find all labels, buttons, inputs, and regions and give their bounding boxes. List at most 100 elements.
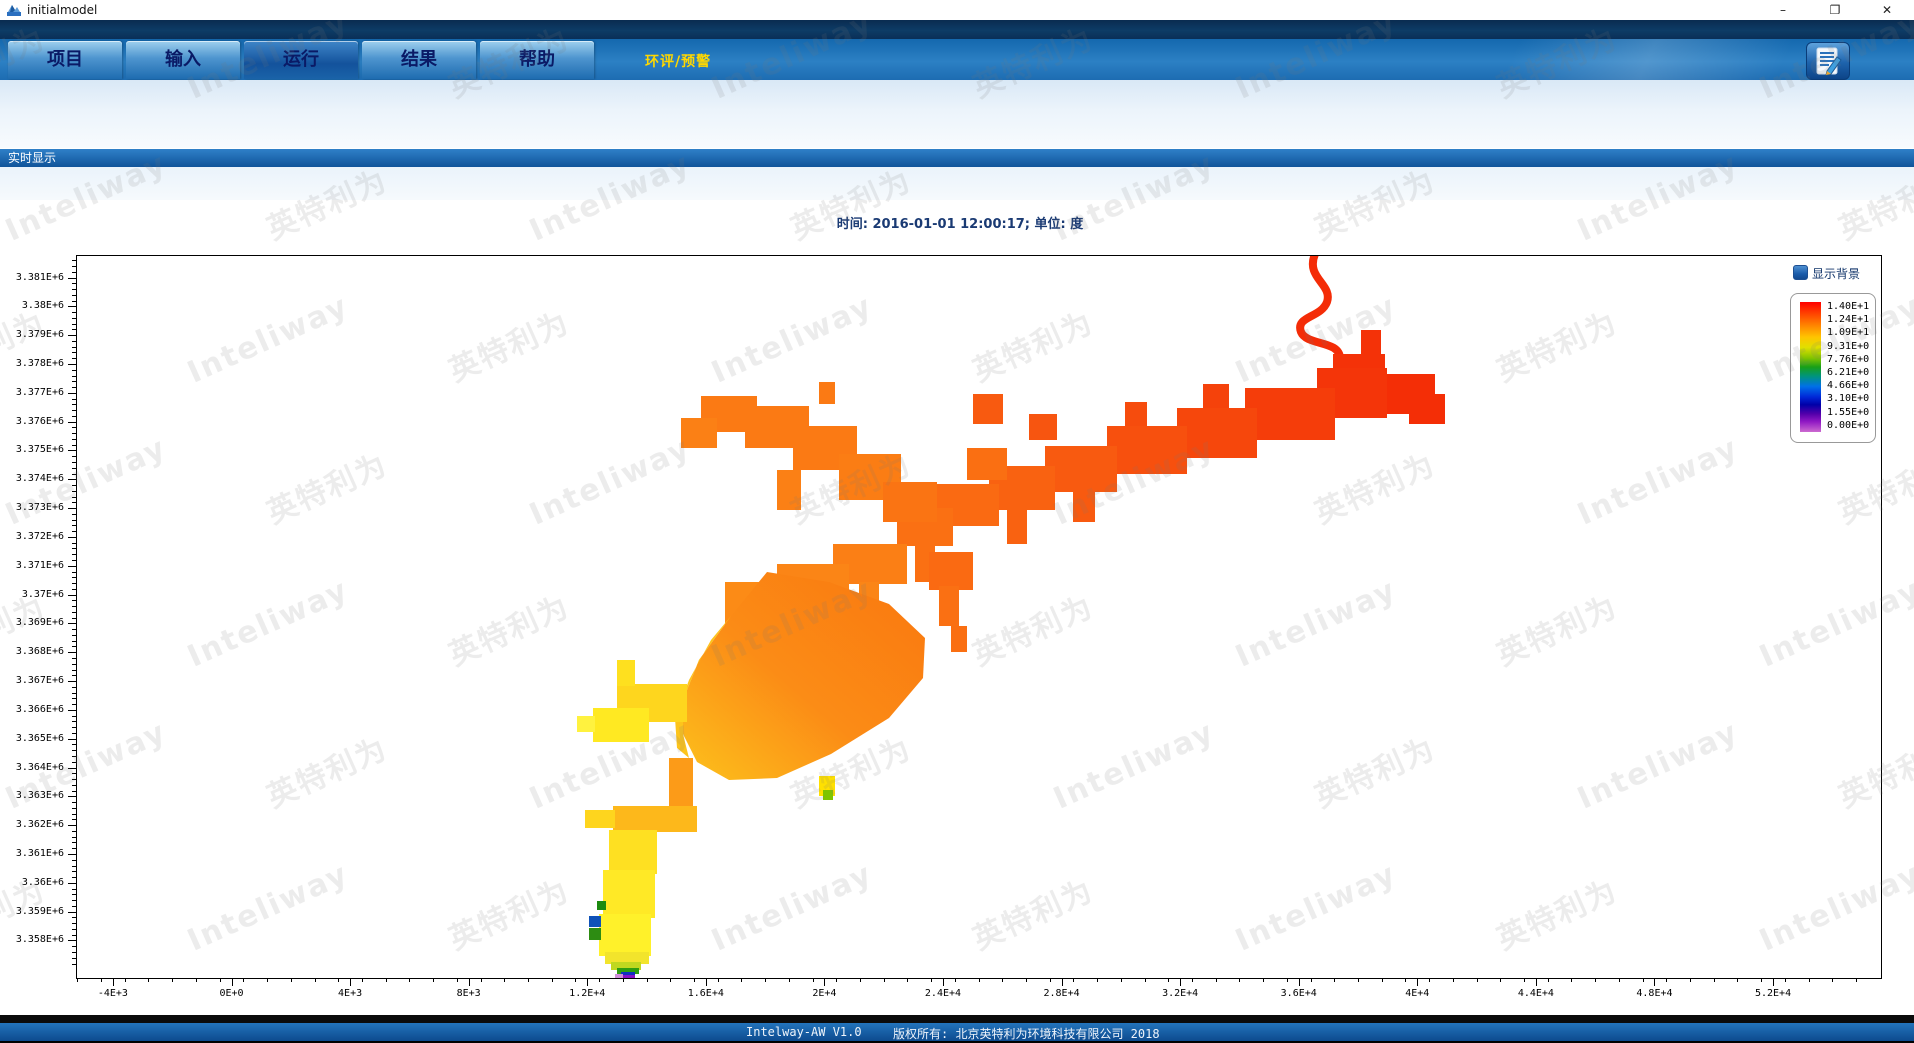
y-minor-tick — [72, 716, 76, 717]
y-major-tick — [68, 623, 76, 624]
x-minor-tick — [1382, 978, 1383, 982]
y-tick-label: 3.371E+6 — [2, 560, 64, 571]
colorbar-value-label: 3.10E+0 — [1827, 393, 1873, 404]
y-minor-tick — [72, 600, 76, 601]
x-minor-tick — [694, 978, 695, 982]
y-tick-label: 3.379E+6 — [2, 329, 64, 340]
y-major-tick — [68, 854, 76, 855]
y-minor-tick — [72, 889, 76, 890]
y-minor-tick — [72, 416, 76, 417]
x-minor-tick — [741, 978, 742, 982]
tab-env-warning[interactable]: 环评/预警 — [645, 51, 711, 71]
y-minor-tick — [72, 485, 76, 486]
y-minor-tick — [72, 514, 76, 515]
x-major-tick — [824, 978, 825, 986]
y-minor-tick — [72, 589, 76, 590]
x-minor-tick — [860, 978, 861, 982]
tab-4[interactable]: 结果 — [362, 41, 476, 79]
minimize-button[interactable]: – — [1762, 0, 1804, 20]
y-minor-tick — [72, 295, 76, 296]
y-major-tick — [68, 595, 76, 596]
x-tick-label: 4.8E+4 — [1624, 988, 1684, 999]
x-major-tick — [232, 978, 233, 986]
x-minor-tick — [125, 978, 126, 982]
y-minor-tick — [72, 946, 76, 947]
tab-2[interactable]: 输入 — [126, 41, 240, 79]
y-minor-tick — [72, 670, 76, 671]
x-minor-tick — [1145, 978, 1146, 982]
y-minor-tick — [72, 693, 76, 694]
y-minor-tick — [72, 831, 76, 832]
document-edit-icon[interactable] — [1806, 42, 1850, 80]
x-major-tick — [943, 978, 944, 986]
south-branch — [577, 660, 697, 978]
y-minor-tick — [72, 750, 76, 751]
x-minor-tick — [1785, 978, 1786, 982]
x-minor-tick — [220, 978, 221, 982]
x-tick-label: 3.2E+4 — [1150, 988, 1210, 999]
y-minor-tick — [72, 399, 76, 400]
y-major-tick — [68, 364, 76, 365]
app-version: Intelway-AW V1.0 — [746, 1025, 862, 1039]
y-minor-tick — [72, 502, 76, 503]
y-minor-tick — [72, 301, 76, 302]
x-minor-tick — [528, 978, 529, 982]
status-bar: Intelway-AW V1.0 版权所有: 北京英特利为环境科技有限公司 20… — [0, 1023, 1914, 1041]
y-minor-tick — [72, 860, 76, 861]
y-minor-tick — [72, 474, 76, 475]
y-minor-tick — [72, 352, 76, 353]
show-background-checkbox[interactable] — [1793, 265, 1808, 280]
x-major-tick — [1062, 978, 1063, 986]
chart-area: 时间: 2016-01-01 12:00:17; 单位: 度 — [0, 200, 1914, 1015]
maximize-button[interactable]: ❐ — [1814, 0, 1856, 20]
y-major-tick — [68, 681, 76, 682]
tab-1[interactable]: 项目 — [8, 41, 122, 79]
y-tick-label: 3.358E+6 — [2, 934, 64, 945]
y-tick-label: 3.368E+6 — [2, 646, 64, 657]
y-minor-tick — [72, 721, 76, 722]
y-minor-tick — [72, 341, 76, 342]
y-minor-tick — [72, 318, 76, 319]
y-minor-tick — [72, 808, 76, 809]
x-minor-tick — [267, 978, 268, 982]
y-minor-tick — [72, 260, 76, 261]
x-minor-tick — [1595, 978, 1596, 982]
x-minor-tick — [504, 978, 505, 982]
y-tick-label: 3.378E+6 — [2, 358, 64, 369]
y-minor-tick — [72, 900, 76, 901]
y-minor-tick — [72, 433, 76, 434]
y-minor-tick — [72, 497, 76, 498]
x-minor-tick — [1571, 978, 1572, 982]
x-minor-tick — [1524, 978, 1525, 982]
colorbar-value-label: 0.00E+0 — [1827, 420, 1873, 431]
y-minor-tick — [72, 525, 76, 526]
x-tick-label: -4E+3 — [83, 988, 143, 999]
x-minor-tick — [1666, 978, 1667, 982]
y-minor-tick — [72, 837, 76, 838]
y-minor-tick — [72, 606, 76, 607]
x-minor-tick — [77, 978, 78, 982]
colorbar-value-label: 9.31E+0 — [1827, 341, 1873, 352]
y-major-tick — [68, 883, 76, 884]
x-minor-tick — [1832, 978, 1833, 982]
x-major-tick — [469, 978, 470, 986]
x-minor-tick — [979, 978, 980, 982]
tab-3[interactable]: 运行 — [244, 41, 358, 79]
tab-5[interactable]: 帮助 — [480, 41, 594, 79]
show-background-label: 显示背景 — [1812, 265, 1860, 282]
y-minor-tick — [72, 272, 76, 273]
y-minor-tick — [72, 779, 76, 780]
close-button[interactable]: ✕ — [1866, 0, 1908, 20]
y-minor-tick — [72, 952, 76, 953]
y-minor-tick — [72, 583, 76, 584]
y-minor-tick — [72, 283, 76, 284]
x-minor-tick — [1239, 978, 1240, 982]
y-minor-tick — [72, 439, 76, 440]
y-tick-label: 3.366E+6 — [2, 704, 64, 715]
y-tick-label: 3.37E+6 — [2, 589, 64, 600]
x-minor-tick — [955, 978, 956, 982]
y-minor-tick — [72, 733, 76, 734]
x-minor-tick — [1690, 978, 1691, 982]
y-minor-tick — [72, 491, 76, 492]
x-major-tick — [350, 978, 351, 986]
